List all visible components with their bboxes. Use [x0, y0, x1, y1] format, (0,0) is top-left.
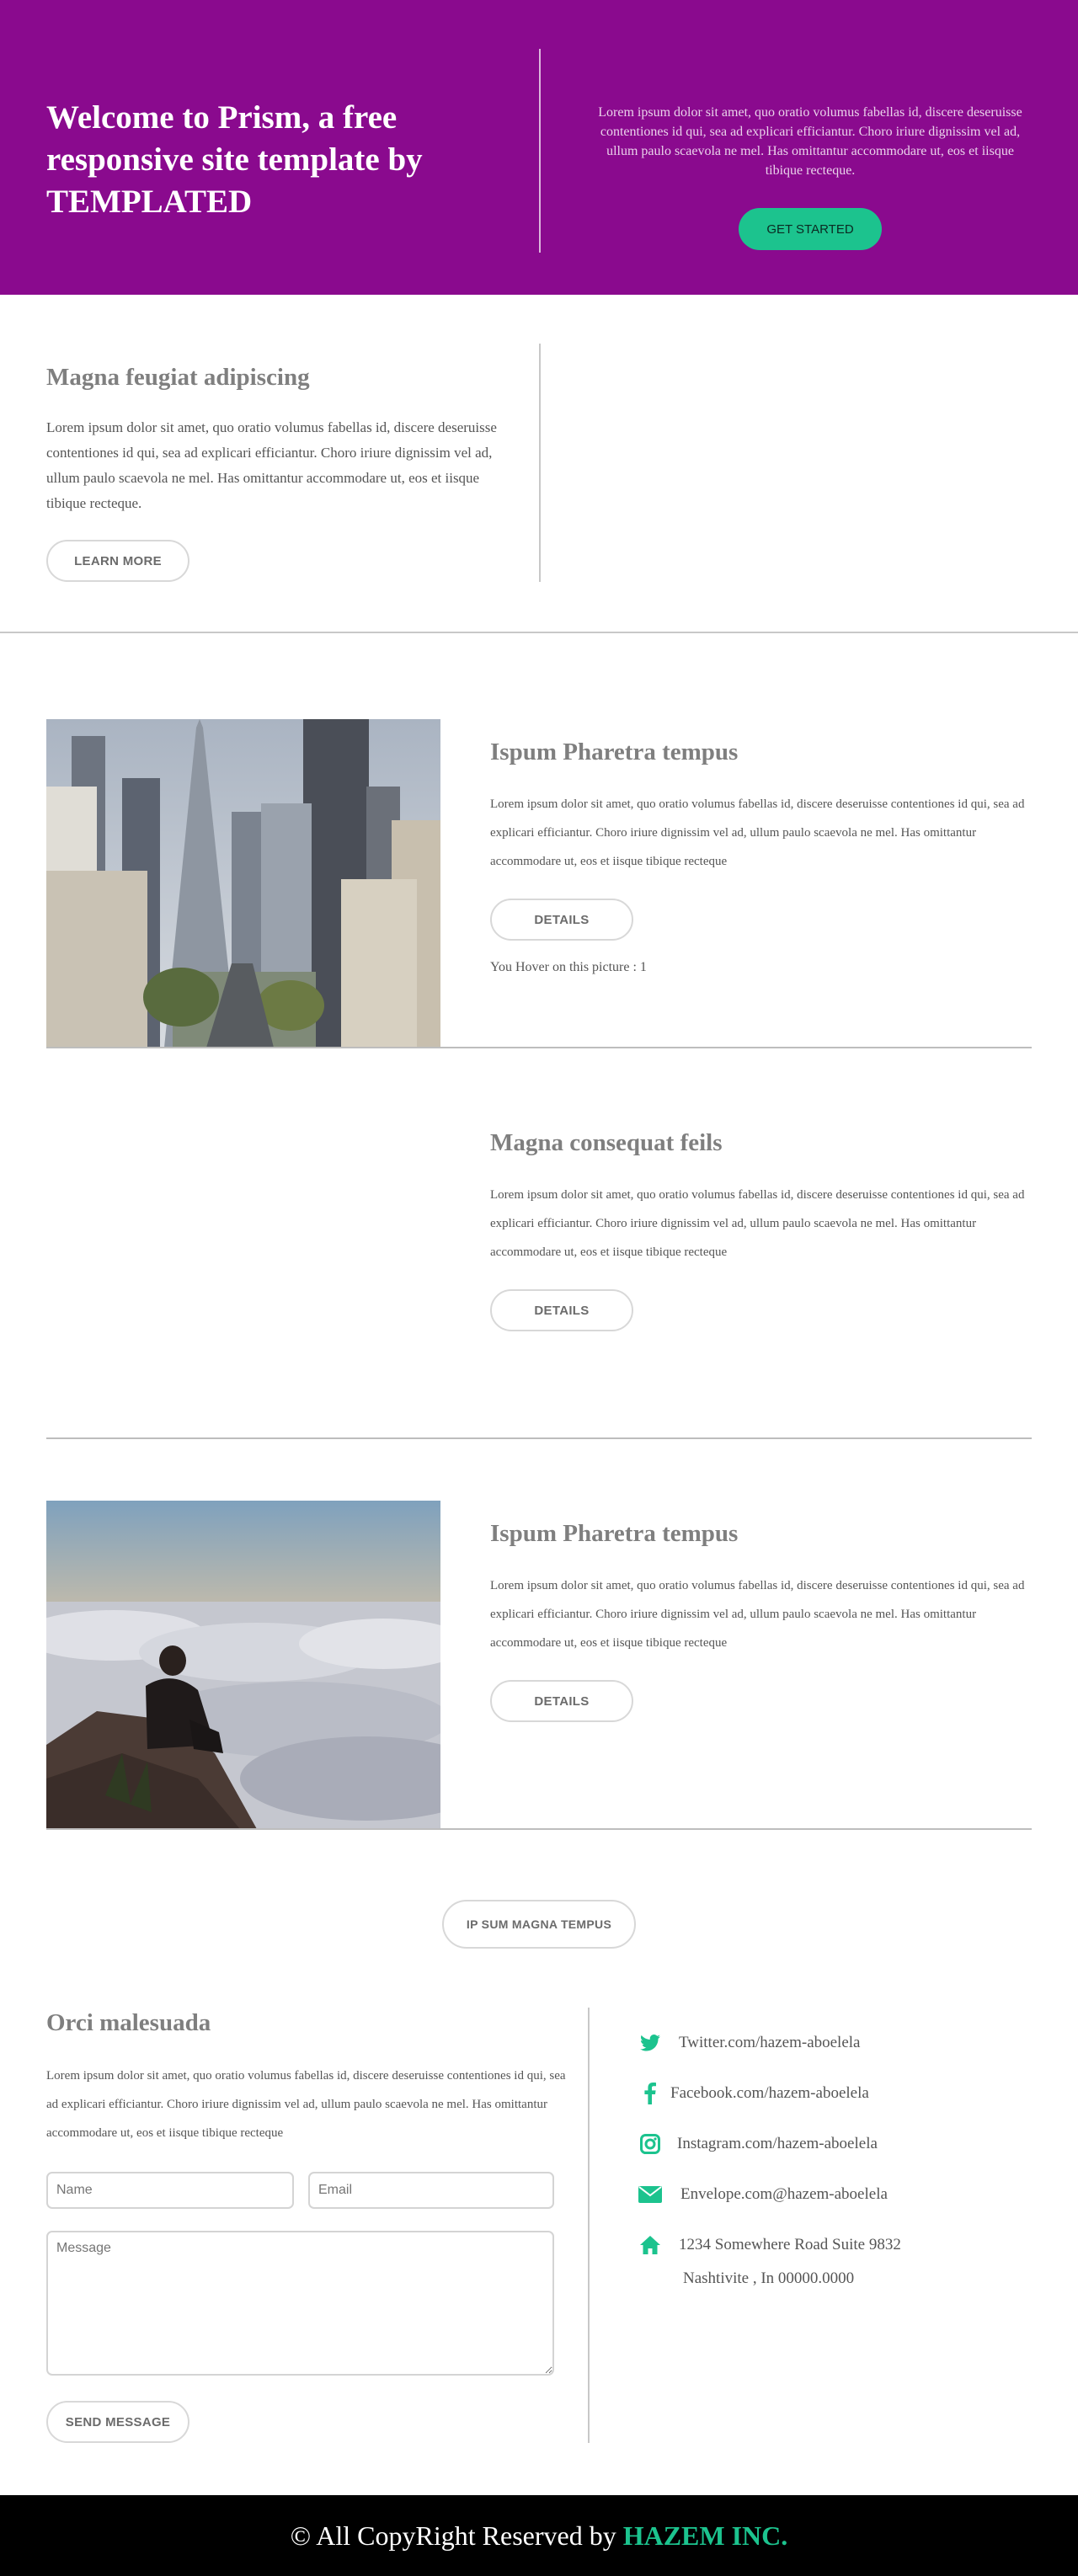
facebook-icon	[638, 2082, 662, 2105]
hero-text: Lorem ipsum dolor sit amet, quo oratio v…	[598, 105, 1022, 178]
intro-heading: Magna feugiat adipiscing	[46, 364, 310, 391]
feature-3-heading: Ispum Pharetra tempus	[490, 1520, 739, 1547]
facebook-link[interactable]: Facebook.com/hazem-aboelela	[638, 2082, 869, 2105]
address-line-1: 1234 Somewhere Road Suite 9832	[679, 2236, 901, 2253]
hero-title: Welcome to Prism, a free responsive site…	[46, 99, 423, 220]
get-started-button[interactable]: GET STARTED	[739, 208, 882, 250]
feature-2-text: Lorem ipsum dolor sit amet, quo oratio v…	[490, 1188, 1025, 1259]
address-block: 1234 Somewhere Road Suite 9832 Nashtivit…	[638, 2233, 901, 2296]
hero-divider	[539, 49, 541, 253]
section-divider	[0, 632, 1078, 633]
clouds-image[interactable]	[46, 1501, 440, 1829]
email-link[interactable]: Envelope.com@hazem-aboelela	[638, 2183, 888, 2206]
footer: © All CopyRight Reserved by HAZEM INC.	[0, 2495, 1078, 2576]
home-icon	[638, 2233, 662, 2257]
contact-text: Lorem ipsum dolor sit amet, quo oratio v…	[46, 2069, 566, 2140]
name-field[interactable]	[46, 2172, 294, 2209]
copyright-text: © All CopyRight Reserved by	[290, 2520, 616, 2551]
send-message-button[interactable]: SEND MESSAGE	[46, 2401, 189, 2443]
facebook-label: Facebook.com/hazem-aboelela	[670, 2084, 869, 2102]
twitter-link[interactable]: Twitter.com/hazem-aboelela	[638, 2031, 861, 2055]
twitter-icon	[638, 2031, 662, 2055]
hover-counter: You Hover on this picture : 1	[490, 960, 647, 974]
city-image[interactable]	[46, 719, 440, 1048]
instagram-link[interactable]: Instagram.com/hazem-aboelela	[638, 2132, 878, 2156]
address-line-2: Nashtivite , In 00000.0000	[683, 2269, 855, 2287]
email-field[interactable]	[308, 2172, 554, 2209]
contact-divider	[588, 2008, 590, 2443]
feature-2-heading: Magna consequat feils	[490, 1129, 723, 1156]
instagram-label: Instagram.com/hazem-aboelela	[677, 2135, 878, 2152]
email-label: Envelope.com@hazem-aboelela	[680, 2185, 888, 2203]
feature-3-details-button[interactable]: DETAILS	[490, 1680, 633, 1722]
feature-2-divider	[46, 1437, 1032, 1439]
feature-1-heading: Ispum Pharetra tempus	[490, 739, 739, 765]
hero-banner: Welcome to Prism, a free responsive site…	[0, 0, 1078, 295]
instagram-icon	[638, 2132, 662, 2156]
contact-heading: Orci malesuada	[46, 2009, 211, 2036]
intro-text: Lorem ipsum dolor sit amet, quo oratio v…	[46, 419, 497, 511]
brand-name: HAZEM INC.	[622, 2520, 788, 2551]
feature-1-divider	[46, 1047, 1032, 1048]
feature-3-text: Lorem ipsum dolor sit amet, quo oratio v…	[490, 1579, 1025, 1650]
twitter-label: Twitter.com/hazem-aboelela	[679, 2034, 861, 2051]
message-field[interactable]	[46, 2231, 554, 2376]
learn-more-button[interactable]: LEARN MORE	[46, 540, 189, 582]
ip-sum-magna-tempus-button[interactable]: IP SUM MAGNA TEMPUS	[442, 1900, 636, 1949]
feature-1-text: Lorem ipsum dolor sit amet, quo oratio v…	[490, 797, 1025, 868]
feature-3-divider	[46, 1828, 1032, 1830]
feature-2-details-button[interactable]: DETAILS	[490, 1289, 633, 1331]
envelope-icon	[638, 2183, 662, 2206]
feature-1-details-button[interactable]: DETAILS	[490, 899, 633, 941]
intro-divider	[539, 344, 541, 582]
